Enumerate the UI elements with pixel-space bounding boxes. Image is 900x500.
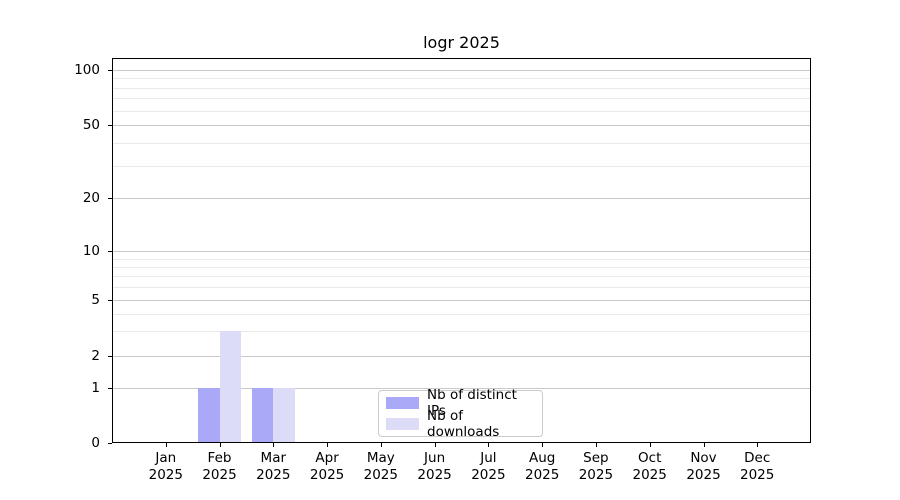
chart-title: logr 2025 (112, 33, 811, 52)
y-tick-mark (108, 198, 112, 199)
y-gridline-minor (113, 78, 810, 79)
y-tick-label: 100 (0, 61, 100, 79)
x-tick-label: Sep2025 (566, 450, 626, 484)
x-tick-label: Feb2025 (190, 450, 250, 484)
y-gridline-minor (113, 287, 810, 288)
y-tick-mark (108, 356, 112, 357)
y-gridline-minor (113, 143, 810, 144)
x-tick-mark (327, 443, 328, 447)
y-tick-mark (108, 388, 112, 389)
x-tick-mark (542, 443, 543, 447)
y-gridline-major (113, 70, 810, 71)
x-tick-label: Jul2025 (458, 450, 518, 484)
y-gridline-major (113, 251, 810, 252)
y-gridline-major (113, 198, 810, 199)
y-tick-label: 0 (0, 434, 100, 452)
y-tick-mark (108, 443, 112, 444)
y-tick-label: 20 (0, 189, 100, 207)
figure: logr 2025 Nb of distinct IPs Nb of downl… (0, 0, 900, 500)
legend: Nb of distinct IPs Nb of downloads (378, 390, 543, 437)
x-tick-label: Dec2025 (727, 450, 787, 484)
y-tick-label: 1 (0, 379, 100, 397)
legend-swatch-distinct-ips-icon (386, 397, 419, 409)
y-tick-mark (108, 251, 112, 252)
x-tick-mark (757, 443, 758, 447)
legend-swatch-downloads-icon (386, 418, 419, 430)
y-tick-label: 2 (0, 347, 100, 365)
legend-label-downloads: Nb of downloads (427, 408, 534, 440)
y-tick-label: 10 (0, 242, 100, 260)
y-gridline-minor (113, 276, 810, 277)
x-tick-mark (650, 443, 651, 447)
y-gridline-minor (113, 166, 810, 167)
x-tick-label: Nov2025 (674, 450, 734, 484)
y-tick-mark (108, 125, 112, 126)
x-tick-mark (166, 443, 167, 447)
x-tick-mark (381, 443, 382, 447)
y-gridline-minor (113, 331, 810, 332)
x-tick-label: Jan2025 (136, 450, 196, 484)
y-gridline-major (113, 125, 810, 126)
y-gridline-major (113, 356, 810, 357)
x-tick-mark (596, 443, 597, 447)
x-tick-label: Mar2025 (243, 450, 303, 484)
bar-mar-distinct-ips (252, 388, 274, 442)
x-tick-mark (488, 443, 489, 447)
y-gridline-minor (113, 259, 810, 260)
bar-mar-downloads (273, 388, 295, 442)
x-tick-mark (704, 443, 705, 447)
y-gridline-minor (113, 88, 810, 89)
x-tick-mark (220, 443, 221, 447)
y-gridline-minor (113, 314, 810, 315)
x-tick-label: Oct2025 (620, 450, 680, 484)
y-gridline-major (113, 300, 810, 301)
y-tick-label: 50 (0, 116, 100, 134)
x-tick-mark (435, 443, 436, 447)
legend-item-downloads: Nb of downloads (386, 414, 534, 434)
y-tick-label: 5 (0, 291, 100, 309)
x-tick-label: Apr2025 (297, 450, 357, 484)
x-tick-mark (273, 443, 274, 447)
x-tick-label: Aug2025 (512, 450, 572, 484)
y-gridline-minor (113, 267, 810, 268)
y-gridline-minor (113, 98, 810, 99)
bar-feb-downloads (220, 331, 242, 442)
y-tick-mark (108, 70, 112, 71)
x-tick-label: May2025 (351, 450, 411, 484)
y-gridline-minor (113, 111, 810, 112)
y-tick-mark (108, 300, 112, 301)
bar-feb-distinct-ips (198, 388, 220, 442)
x-tick-label: Jun2025 (405, 450, 465, 484)
